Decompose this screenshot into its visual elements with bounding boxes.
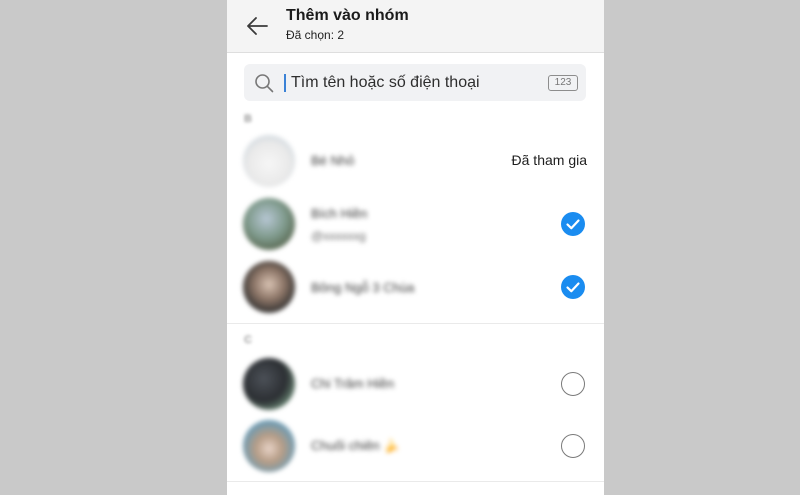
contact-row[interactable]: Bé Nhỏ Đã tham gia	[227, 130, 604, 192]
checkmark-icon	[566, 219, 580, 230]
contact-name: Chuối chiên 🍌	[311, 438, 400, 453]
section-divider	[227, 481, 604, 482]
numeric-keyboard-toggle[interactable]: 123	[548, 75, 578, 91]
contact-name: Bông Ngỗ 3 Chùa	[311, 280, 415, 295]
search-bar[interactable]: 123	[244, 64, 586, 101]
section-divider	[227, 323, 604, 324]
search-icon	[255, 74, 274, 93]
avatar	[243, 420, 295, 472]
contact-name: Chi Trâm Hiền	[311, 376, 395, 391]
avatar	[243, 358, 295, 410]
avatar	[243, 198, 295, 250]
selected-count: Đã chọn: 2	[286, 28, 345, 42]
section-header-c: C	[244, 334, 252, 346]
search-input[interactable]	[289, 70, 543, 96]
checkmark-icon	[566, 282, 580, 293]
selected-checkbox[interactable]	[561, 275, 585, 299]
phone-screen: Thêm vào nhóm Đã chọn: 2 123 B Bé Nhỏ Đã…	[227, 0, 604, 495]
avatar	[243, 135, 295, 187]
text-cursor	[284, 74, 286, 92]
back-arrow-icon	[247, 17, 268, 35]
joined-label: Đã tham gia	[511, 152, 587, 168]
contact-name: Bích Hiền	[311, 206, 368, 221]
contact-row[interactable]: Bích Hiền @xxxxxxg	[227, 193, 604, 255]
selected-checkbox[interactable]	[561, 212, 585, 236]
unselected-checkbox[interactable]	[561, 372, 585, 396]
contact-row[interactable]: Bông Ngỗ 3 Chùa	[227, 256, 604, 318]
contact-row[interactable]: Chuối chiên 🍌	[227, 415, 604, 477]
avatar	[243, 261, 295, 313]
contact-row[interactable]: Chi Trâm Hiền	[227, 353, 604, 415]
back-button[interactable]	[243, 12, 271, 40]
section-header-b: B	[244, 113, 252, 125]
contact-username: @xxxxxxg	[311, 229, 366, 243]
app-header: Thêm vào nhóm Đã chọn: 2	[227, 0, 604, 53]
page-title: Thêm vào nhóm	[286, 7, 409, 24]
unselected-checkbox[interactable]	[561, 434, 585, 458]
contact-name: Bé Nhỏ	[311, 153, 355, 168]
